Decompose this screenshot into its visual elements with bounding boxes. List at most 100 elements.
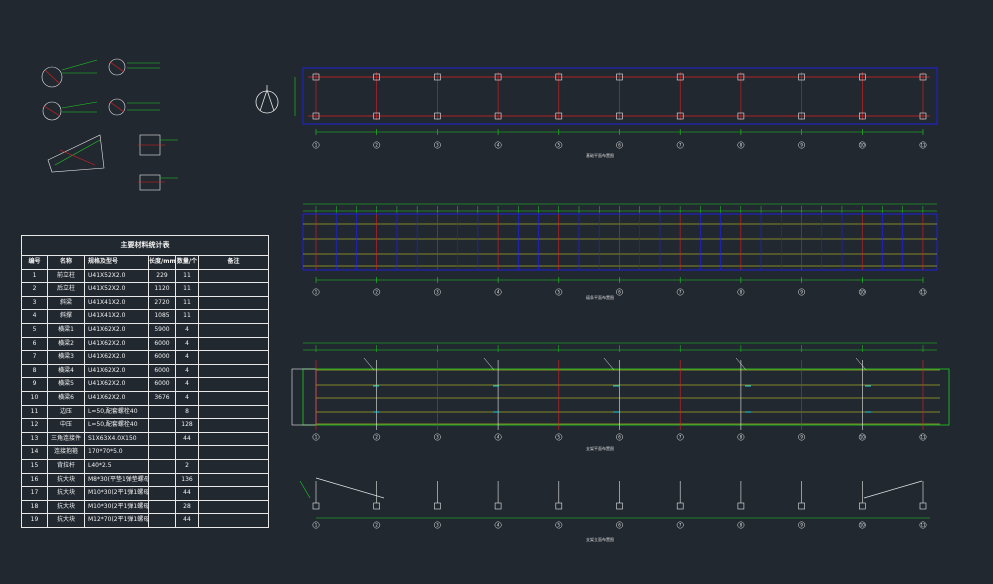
table-cell: 抗大块 (48, 514, 85, 527)
table-cell: 4 (176, 323, 199, 337)
header-name: 名称 (48, 256, 85, 269)
table-cell: 9 (22, 378, 48, 391)
axis-label: 8 (740, 435, 743, 440)
axis-label: 8 (740, 290, 743, 295)
table-cell (199, 297, 268, 310)
table-cell: U41X62X2.0 (85, 391, 149, 405)
table-cell: 17 (22, 487, 48, 500)
table-row: 1 前立柱 U41X52X2.0 229 11 (22, 269, 268, 284)
table-cell: 8 (176, 405, 199, 419)
table-cell (149, 446, 176, 459)
table-cell (199, 283, 268, 296)
table-cell: 44 (176, 487, 199, 500)
table-cell: 后立柱 (48, 283, 85, 296)
axis-label: 9 (800, 435, 803, 440)
table-cell: 11 (176, 283, 199, 296)
bracket-plan: 1 2 3 4 5 6 7 8 9 10 11 (291, 342, 950, 441)
axis-label: 1 (315, 523, 318, 528)
axis-label: 10 (860, 290, 866, 295)
header-length: 长度/mm (149, 256, 176, 269)
table-cell (199, 514, 268, 527)
table-cell: 4 (176, 378, 199, 391)
leader-line (363, 357, 375, 371)
table-cell: U41X62X2.0 (85, 364, 149, 378)
outline (302, 67, 938, 125)
table-cell: 连接抱箍 (48, 446, 85, 459)
table-cell: 抗大块 (48, 487, 85, 500)
table-row: 6 横梁2 U41X62X2.0 6000 4 (22, 337, 268, 352)
table-row: 19 抗大块 M12*70(2平1弹1螺母) 44 (22, 514, 268, 527)
table-cell: 前立柱 (48, 269, 85, 283)
table-cell (149, 405, 176, 419)
table-row: 11 边压 L=50,配套螺栓40 8 (22, 405, 268, 420)
table-cell (199, 460, 268, 473)
foundation-plan: 1 2 3 4 5 6 7 8 9 10 11 (294, 67, 938, 149)
axis-label: 1 (315, 435, 318, 440)
axis-label: 11 (920, 435, 926, 440)
axis-label: 10 (860, 435, 866, 440)
table-cell (199, 501, 268, 514)
table-cell: 2 (22, 283, 48, 296)
table-cell: 1085 (149, 310, 176, 323)
dimension-line (299, 480, 311, 499)
table-cell (199, 419, 268, 432)
footing (555, 502, 563, 510)
table-cell: 中压 (48, 419, 85, 432)
table-cell: M8*30(平垫1弹垫螺母) (85, 473, 149, 487)
north-arrow-icon (255, 85, 279, 114)
material-table: 主要材料统计表 编号 名称 规格及型号 长度/mm 数量/个 备注 1 前立柱 U4… (21, 235, 269, 528)
axis-label: 9 (800, 290, 803, 295)
caption-purlin-plan: 檩条平面布置图 (586, 295, 614, 300)
material-table-header: 编号 名称 规格及型号 长度/mm 数量/个 备注 (22, 256, 268, 270)
axis-label: 4 (497, 290, 500, 295)
axis-label: 5 (558, 143, 561, 148)
axis-label: 6 (618, 435, 621, 440)
table-cell: U41X52X2.0 (85, 269, 149, 283)
axis-label: 5 (558, 523, 561, 528)
caption-bracket-plan: 支架平面布置图 (586, 446, 614, 451)
table-cell: 13 (22, 432, 48, 446)
axis-label: 6 (618, 143, 621, 148)
axis-label: 11 (920, 290, 926, 295)
table-cell: 12 (22, 419, 48, 432)
table-cell (199, 310, 268, 323)
table-cell: L=50,配套螺栓40 (85, 405, 149, 419)
footing (798, 502, 805, 510)
table-cell: L40*2.5 (85, 459, 149, 473)
table-cell: 横梁4 (48, 364, 85, 378)
header-spec: 规格及型号 (85, 256, 149, 269)
table-cell: M12*70(2平1弹1螺母) (85, 514, 149, 527)
table-cell: 44 (176, 432, 199, 446)
table-cell (149, 432, 176, 446)
table-cell (199, 270, 268, 283)
table-row: 14 连接抱箍 170*70*5.0 (22, 446, 268, 460)
axis-label: 9 (800, 523, 803, 528)
footing (494, 502, 502, 510)
table-cell: 4 (22, 310, 48, 323)
axis-label: 7 (679, 290, 682, 295)
table-cell (199, 446, 268, 459)
axis-label: 2 (375, 523, 378, 528)
table-cell: U41X41X2.0 (85, 310, 149, 323)
header-qty: 数量/个 (176, 256, 199, 269)
table-cell: 横梁5 (48, 378, 85, 391)
axis-label: 3 (436, 435, 439, 440)
axis-label: 2 (375, 435, 378, 440)
table-cell: U41X62X2.0 (85, 351, 149, 364)
table-cell: 1 (22, 269, 48, 283)
table-row: 12 中压 L=50,配套螺栓40 128 (22, 419, 268, 433)
table-cell: U41X52X2.0 (85, 283, 149, 296)
table-cell: L=50,配套螺栓40 (85, 419, 149, 432)
table-cell: 128 (176, 419, 199, 432)
table-row: 10 横梁6 U41X62X2.0 3676 4 (22, 391, 268, 406)
table-cell: 背拉杆 (48, 459, 85, 473)
table-cell: 170*70*5.0 (85, 446, 149, 459)
table-cell: 229 (149, 269, 176, 283)
table-cell: 横梁2 (48, 337, 85, 351)
detail-drawings (41, 58, 178, 191)
table-cell: 16 (22, 473, 48, 487)
table-cell: U41X62X2.0 (85, 337, 149, 351)
table-cell: 3 (22, 296, 48, 310)
table-row: 4 斜撑 U41X41X2.0 1085 11 (22, 310, 268, 324)
leader-line (855, 357, 867, 371)
